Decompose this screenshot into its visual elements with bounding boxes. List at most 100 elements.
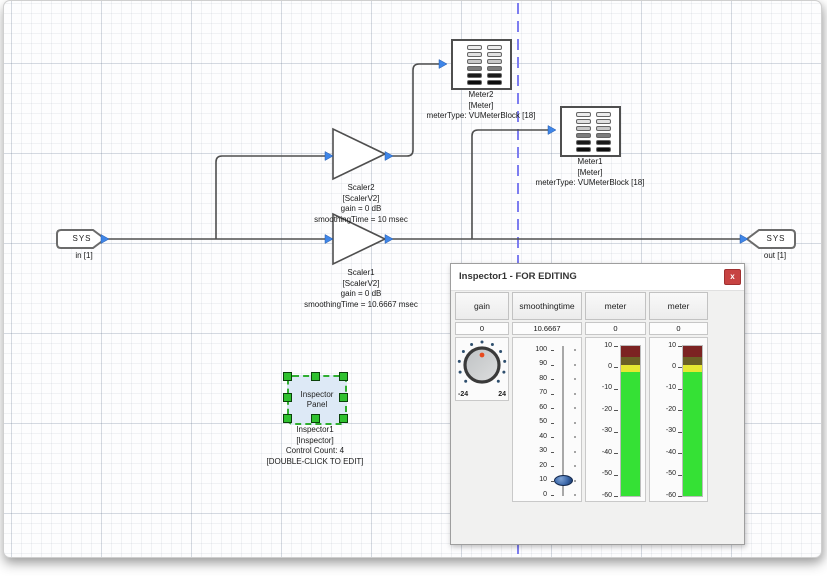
slider-tick-dot (574, 378, 576, 380)
column-header-meter-2[interactable]: meter (649, 292, 708, 320)
port-arrow-icon[interactable] (548, 126, 556, 135)
column-header-gain[interactable]: gain (455, 292, 509, 320)
slider-tick-mark (551, 423, 554, 424)
meter1-type: [Meter] (536, 168, 645, 179)
slider-tick-mark (551, 408, 554, 409)
slider-tick-dot (574, 480, 576, 482)
application-screenshot: SYS in [1] SYS out [1] Meter2 [Meter] me… (0, 0, 827, 576)
slider-tick-mark (551, 495, 554, 496)
meter2-label: Meter2 [Meter] meterType: VUMeterBlock [… (427, 90, 536, 122)
meter-bar-segment (683, 357, 702, 366)
sys-out-label: SYS (756, 234, 796, 243)
meter-tick-label: 0 (586, 363, 612, 370)
gain-knob-cell: -24 24 (455, 337, 509, 401)
meter-bar (683, 346, 702, 496)
slider-tick-label: 70 (519, 389, 547, 396)
meter2-block[interactable] (451, 39, 512, 90)
slider-tick-label: 100 (519, 346, 547, 353)
inspector-panel-text1: Inspector (301, 390, 334, 400)
meter1-label: Meter1 [Meter] meterType: VUMeterBlock [… (536, 157, 645, 189)
meter-bar-segment (683, 346, 702, 357)
column-header-meter-1[interactable]: meter (585, 292, 646, 320)
port-arrow-icon[interactable] (439, 60, 447, 69)
meter-bar-segment (621, 346, 640, 357)
scaler2-smoothing: smoothingTime = 10 msec (314, 215, 408, 226)
inspector-window-titlebar[interactable]: Inspector1 - FOR EDITING x (451, 264, 744, 291)
selection-handle[interactable] (339, 372, 348, 381)
selection-handle[interactable] (283, 393, 292, 402)
slider-tick-label: 80 (519, 375, 547, 382)
slider-tick-mark (551, 452, 554, 453)
scaler2-name: Scaler2 (314, 183, 408, 194)
meter-2-value: 0 (649, 322, 708, 335)
meter-tick-label: -10 (586, 384, 612, 391)
meter-tick-label: -30 (586, 427, 612, 434)
selection-handle[interactable] (339, 393, 348, 402)
slider-track[interactable] (562, 346, 564, 496)
port-arrow-icon[interactable] (325, 235, 333, 244)
slider-tick-mark (551, 437, 554, 438)
meter2-metertype: meterType: VUMeterBlock [18] (427, 111, 536, 122)
meter-bar-segment (683, 372, 702, 496)
slider-tick-dot (574, 451, 576, 453)
meter1-block[interactable] (560, 106, 621, 157)
meter-1-value: 0 (585, 322, 646, 335)
meter-tick-mark (614, 367, 618, 368)
slider-thumb[interactable] (554, 475, 573, 486)
selection-handle[interactable] (283, 414, 292, 423)
slider-tick-dot (574, 364, 576, 366)
inspector-panel-text2: Panel (307, 400, 327, 410)
meter-display-1: 100-10-20-30-40-50-60 (585, 337, 646, 502)
knob-min-label: -24 (458, 391, 468, 398)
port-arrow-icon[interactable] (385, 235, 393, 244)
smoothingtime-slider[interactable]: 1009080706050403020100 (512, 337, 582, 502)
meter-tick-label: 0 (650, 363, 676, 370)
meter-tick-mark (614, 346, 618, 347)
selection-handle[interactable] (311, 414, 320, 423)
meter-tick-label: -60 (586, 492, 612, 499)
slider-tick-mark (551, 466, 554, 467)
meter-tick-mark (678, 410, 682, 411)
gain-value[interactable]: 0 (455, 322, 509, 335)
inspector-window: Inspector1 - FOR EDITING x gain 0 (450, 263, 745, 545)
slider-tick-label: 10 (519, 476, 547, 483)
slider-tick-label: 30 (519, 447, 547, 454)
port-arrow-icon[interactable] (740, 235, 748, 244)
meter-tick-label: -60 (650, 492, 676, 499)
meter-tick-label: -20 (650, 406, 676, 413)
meter-tick-mark (678, 367, 682, 368)
meter-bar-segment (621, 357, 640, 366)
scaler1-gain: gain = 0 dB (304, 289, 418, 300)
port-arrow-icon[interactable] (101, 235, 109, 244)
selection-handle[interactable] (311, 372, 320, 381)
scaler2-block[interactable] (333, 129, 385, 179)
selection-handle[interactable] (283, 372, 292, 381)
selection-handle[interactable] (339, 414, 348, 423)
inspector-block-name: Inspector1 (266, 425, 363, 436)
meter-tick-label: 10 (586, 342, 612, 349)
meter-tick-label: 10 (650, 342, 676, 349)
slider-tick-mark (551, 350, 554, 351)
port-arrow-icon[interactable] (385, 152, 393, 161)
meter-tick-label: -10 (650, 384, 676, 391)
inspector-column-gain: gain 0 (455, 292, 509, 401)
gain-knob[interactable] (456, 338, 508, 394)
column-header-smoothingtime[interactable]: smoothingtime (512, 292, 582, 320)
scaler1-label: Scaler1 [ScalerV2] gain = 0 dB smoothing… (304, 268, 418, 310)
slider-tick-label: 90 (519, 360, 547, 367)
sys-in-port-label: in [1] (75, 251, 92, 262)
inspector-column-smoothingtime: smoothingtime 10.6667 100908070605040302… (512, 292, 582, 502)
meter-bar-segment (621, 372, 640, 496)
meter-tick-mark (678, 475, 682, 476)
meter2-type: [Meter] (427, 101, 536, 112)
inspector-column-meter-1: meter 0 100-10-20-30-40-50-60 (585, 292, 646, 502)
slider-tick-dot (574, 465, 576, 467)
smoothingtime-value[interactable]: 10.6667 (512, 322, 582, 335)
schematic-canvas[interactable]: SYS in [1] SYS out [1] Meter2 [Meter] me… (3, 0, 822, 558)
slider-tick-label: 20 (519, 462, 547, 469)
wire-branch-scaler2[interactable] (216, 156, 327, 239)
close-icon[interactable]: x (724, 269, 741, 285)
port-arrow-icon[interactable] (325, 152, 333, 161)
scaler2-type: [ScalerV2] (314, 194, 408, 205)
meter-tick-label: -40 (650, 449, 676, 456)
